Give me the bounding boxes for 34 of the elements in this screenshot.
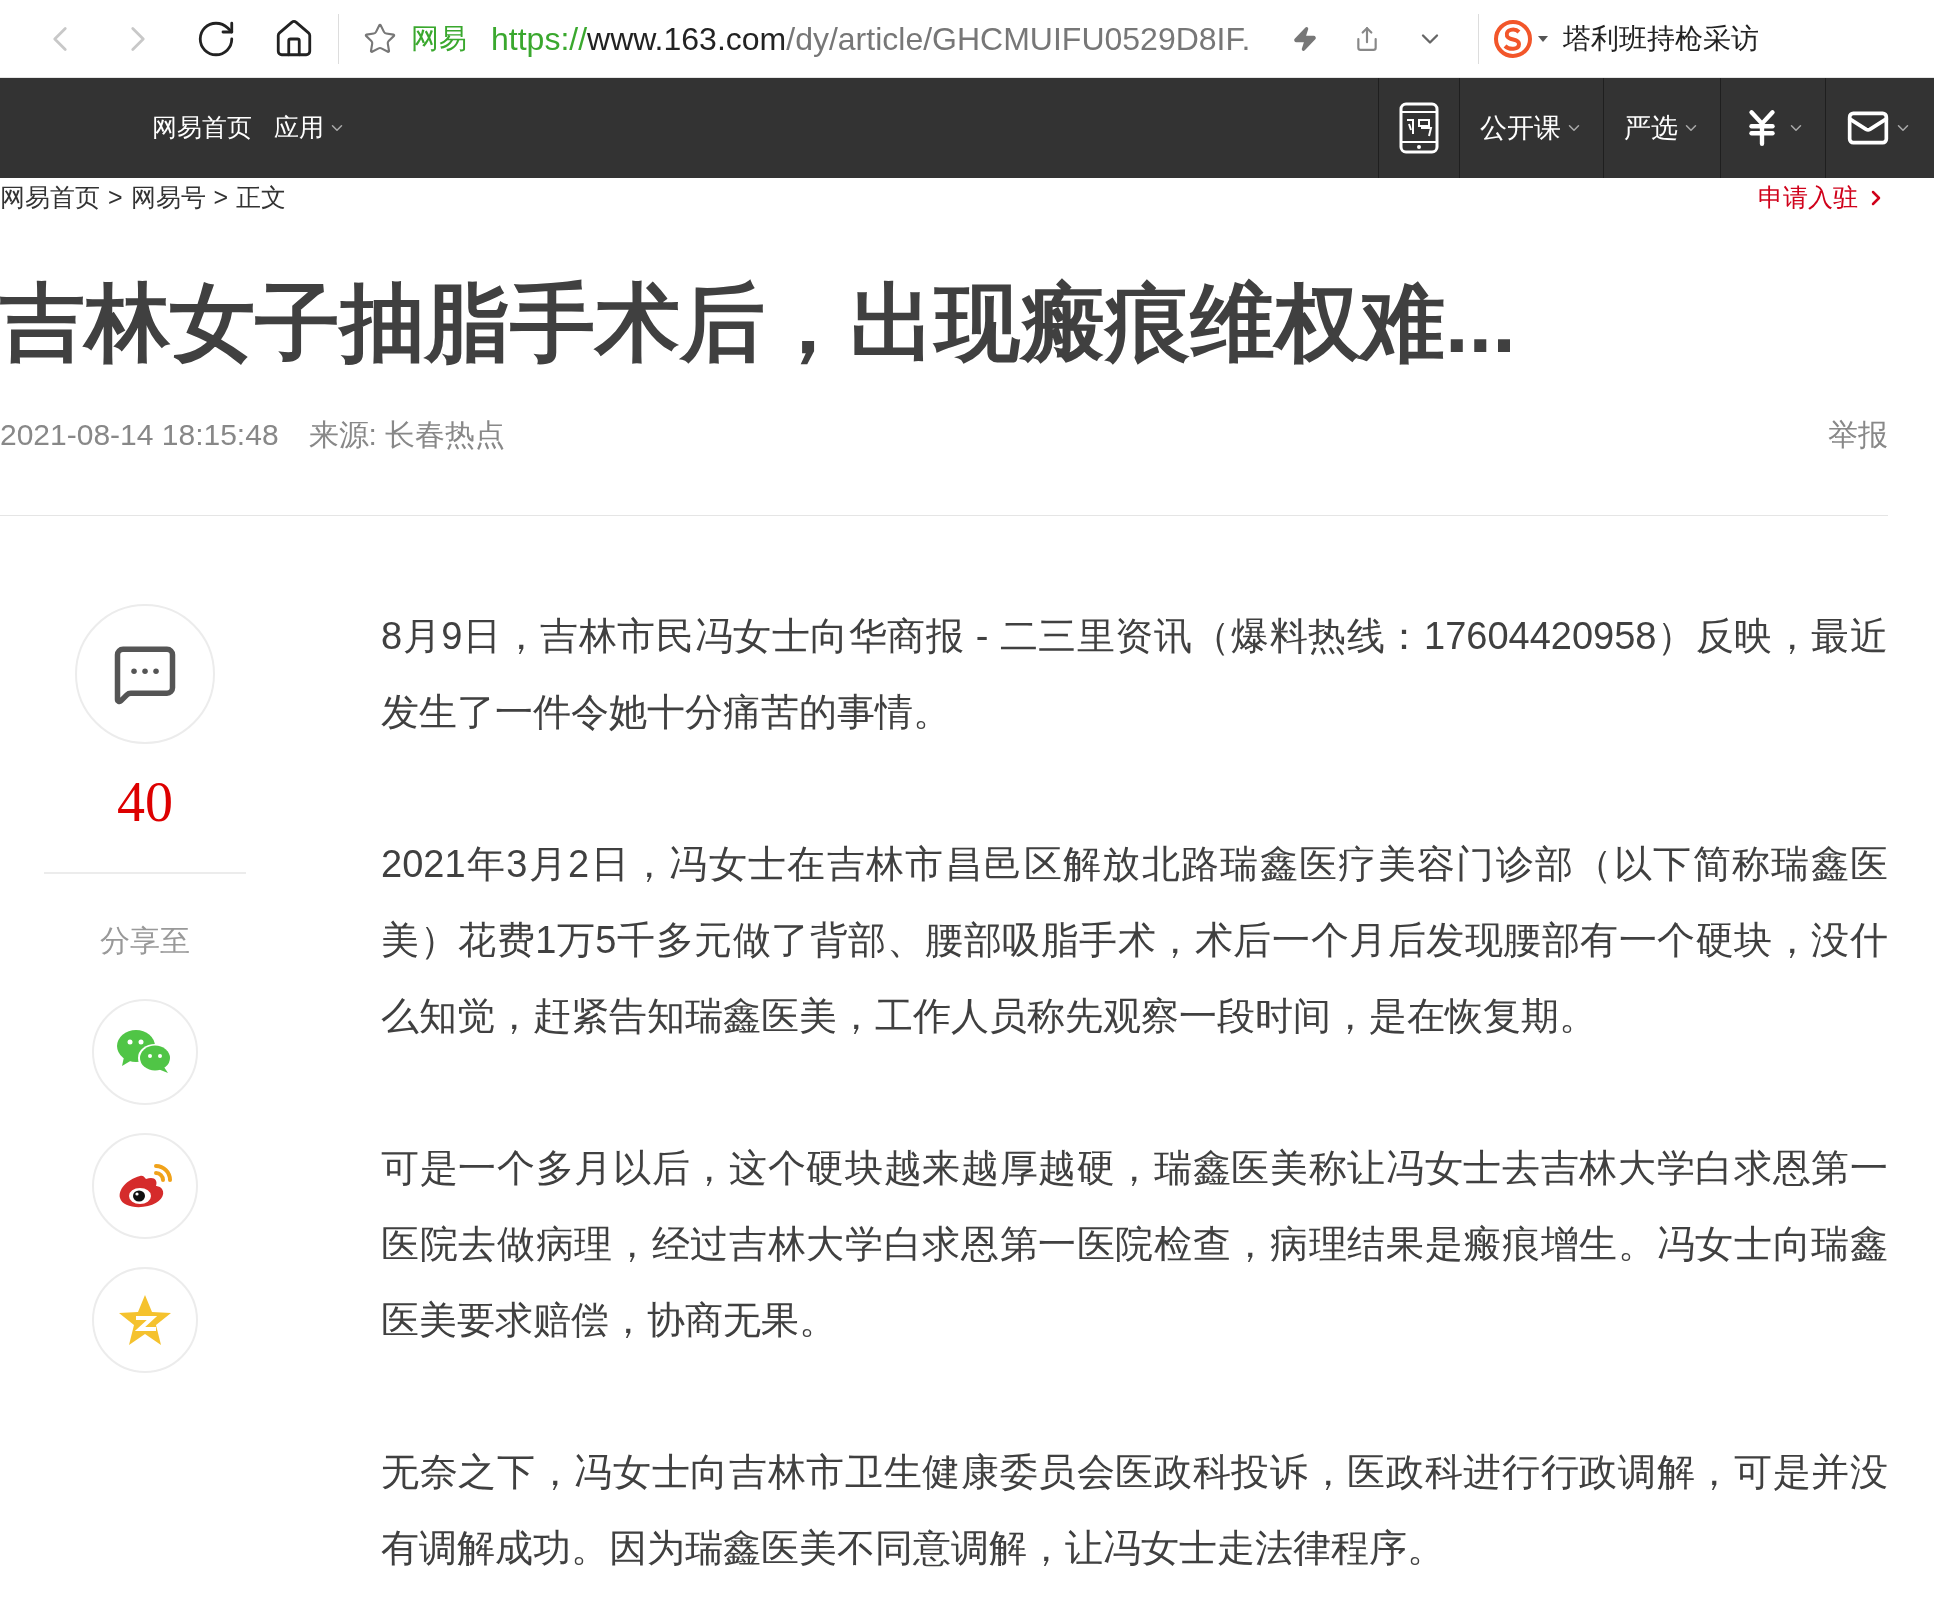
star-icon (118, 1294, 172, 1346)
breadcrumb-separator: > (213, 182, 229, 214)
site-label: 网易 (411, 21, 467, 56)
nav-link[interactable]: 网易首页 (152, 109, 252, 147)
s-logo-icon (1493, 18, 1534, 59)
report-link[interactable]: 举报 (1828, 412, 1888, 457)
url-text: https://www.163.com/dy/article/GHCMUIFU0529D8IF. (491, 19, 1251, 59)
search-query-text[interactable]: 塔利班持枪采访 (1563, 17, 1760, 60)
apply-link[interactable]: 申请入驻 (1758, 179, 1888, 217)
article-paragraph: 2021年3月2日，冯女士在吉林市昌邑区解放北路瑞鑫医疗美容门诊部（以下简称瑞鑫医美）花费1万5千多元做了背部、腰部吸脂手术，术后一个月后发现腰部有一个硬块，没什么知觉，赶紧告知瑞鑫医美，工作人员称先观察一段时间，是在恢复期。 (381, 842, 1888, 1039)
nav-label: 公开课 (1480, 111, 1561, 145)
nav-menu-button[interactable]: 公开课 (1459, 78, 1603, 178)
article-paragraph: 8月9日，吉林市民冯女士向华商报 - 二三里资讯（爆料热线：17604420958）反映，最近发生了一件令她十分痛苦的事情。 (381, 614, 1888, 735)
breadcrumb-separator: > (108, 182, 123, 214)
nav-label: 严选 (1624, 111, 1678, 145)
breadcrumb-link[interactable]: 网易号 (130, 179, 206, 217)
share-button[interactable] (92, 1133, 198, 1239)
search-engine-button[interactable] (1493, 18, 1550, 59)
comment-count[interactable]: 40 (117, 770, 173, 834)
publish-time: 2021-08-14 18:15:48 (0, 417, 279, 453)
breadcrumb-link[interactable]: 网易首页 (0, 179, 100, 217)
lightning-icon[interactable] (1292, 25, 1319, 52)
nav-menu-button[interactable]: 严选 (1603, 78, 1720, 178)
caret-icon (1537, 33, 1550, 44)
breadcrumb-link[interactable]: 正文 (236, 179, 287, 217)
nav-link[interactable]: 应用 (274, 109, 346, 147)
share-label: 分享至 (100, 923, 190, 959)
phone-logo-icon (1399, 102, 1439, 154)
address-bar[interactable]: 网易 https://www.163.com/dy/article/GHCMUIFU0529D8IF. 塔利班持枪采访 (339, 0, 1934, 77)
article-paragraph: 可是一个多月以后，这个硬块越来越厚越硬，瑞鑫医美称让冯女士去吉林大学白求恩第一医院去做病理，经过吉林大学白求恩第一医院检查，病理结果是瘢痕增生。冯女士向瑞鑫医美要求赔偿，协商无果。 (381, 1146, 1888, 1343)
comment-button[interactable] (75, 604, 215, 744)
article-paragraph: 无奈之下，冯女士向吉林市卫生健康委员会医政科投诉，医政科进行行政调解，可是并没有调解成功。因为瑞鑫医美不同意调解，让冯女士走法律程序。 (381, 1450, 1888, 1571)
bookmark-star-icon[interactable] (363, 21, 397, 56)
article-source: 来源: 长春热点 (308, 417, 506, 453)
